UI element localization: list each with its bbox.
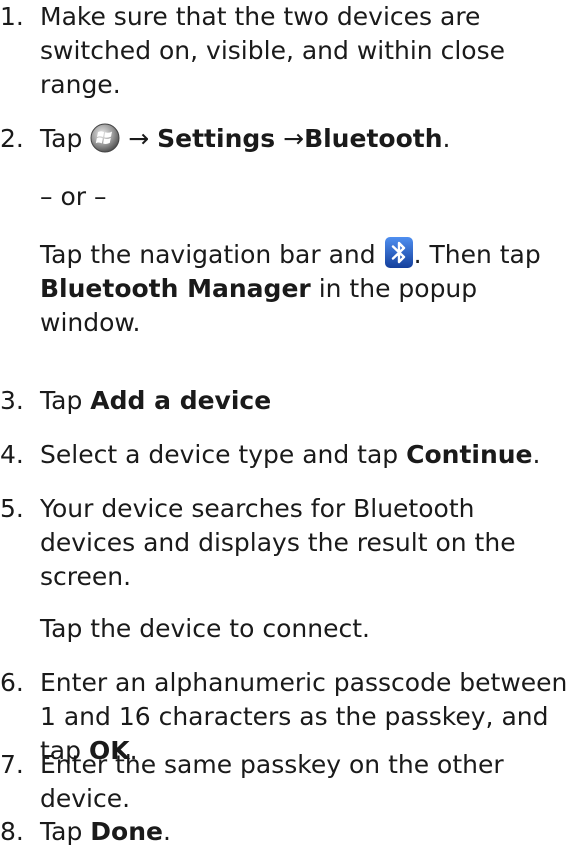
arrow: → xyxy=(128,124,150,153)
alt-text-prefix: Tap the navigation bar and xyxy=(40,240,376,269)
step-text-prefix: Tap xyxy=(40,817,91,846)
step-number: 2. xyxy=(0,124,24,153)
step-text-prefix: Select a device type and tap xyxy=(40,440,399,469)
step-number: 4. xyxy=(0,440,24,469)
step-text: Enter the same passkey on the other devi… xyxy=(40,750,504,813)
punctuation: . xyxy=(532,440,541,469)
or-separator: – or – xyxy=(0,180,570,214)
step-text: Your device searches for Bluetooth devic… xyxy=(40,494,516,591)
step-number: 7. xyxy=(0,750,24,779)
alternate-instruction: Tap the navigation bar and . Then tap Bl… xyxy=(0,236,570,340)
windows-start-icon xyxy=(90,123,120,153)
step-7: 7. Enter the same passkey on the other de… xyxy=(0,748,570,816)
step-text-prefix: Tap xyxy=(40,124,83,153)
step-2: 2. Tap → Settings →Bluetooth. xyxy=(0,122,570,156)
arrow: → xyxy=(283,124,305,153)
punctuation: . xyxy=(162,817,171,846)
punctuation: . xyxy=(442,124,451,153)
step-subtext: Tap the device to connect. xyxy=(40,614,370,643)
step-text: Make sure that the two devices are switc… xyxy=(40,2,505,99)
step-number: 5. xyxy=(0,494,24,523)
step-number: 6. xyxy=(0,668,24,697)
step-5-subtext: Tap the device to connect. xyxy=(0,612,570,646)
step-number: 3. xyxy=(0,386,24,415)
step-5: 5. Your device searches for Bluetooth de… xyxy=(0,492,570,594)
bluetooth-icon xyxy=(384,236,414,269)
alt-text-mid: . Then tap xyxy=(413,240,541,269)
step-3: 3. Tap Add a device xyxy=(0,384,570,418)
done-label: Done xyxy=(90,817,163,846)
menu-settings-label: Settings xyxy=(157,124,276,153)
step-1: 1. Make sure that the two devices are sw… xyxy=(0,0,570,102)
step-8: 8. Tap Done. xyxy=(0,815,570,849)
bluetooth-manager-label: Bluetooth Manager xyxy=(40,274,311,303)
step-4: 4. Select a device type and tap Continue… xyxy=(0,438,570,472)
add-device-label: Add a device xyxy=(90,386,272,415)
continue-label: Continue xyxy=(406,440,533,469)
step-number: 8. xyxy=(0,817,24,846)
or-text: – or – xyxy=(40,182,107,211)
menu-bluetooth-label: Bluetooth xyxy=(304,124,443,153)
step-text-prefix: Tap xyxy=(40,386,83,415)
step-number: 1. xyxy=(0,2,24,31)
